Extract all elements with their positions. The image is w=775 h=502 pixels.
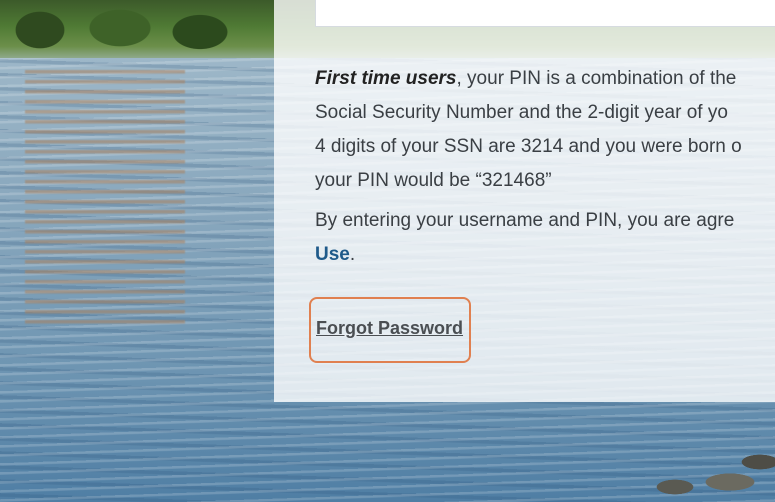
instructions-line-4: your PIN would be “321468” (315, 170, 552, 191)
terms-of-use-link[interactable]: Use (315, 244, 350, 265)
first-time-instructions: First time users, your PIN is a combinat… (315, 62, 775, 198)
agreement-line-1: By entering your username and PIN, you a… (315, 210, 735, 231)
agreement-text: By entering your username and PIN, you a… (315, 204, 775, 272)
instructions-line-3: 4 digits of your SSN are 3214 and you we… (315, 136, 742, 157)
shore-rocks (635, 442, 775, 502)
water-reflection (25, 70, 185, 330)
instructions-line-2: Social Security Number and the 2-digit y… (315, 102, 728, 123)
first-time-label: First time users (315, 68, 457, 89)
pin-input[interactable] (315, 0, 775, 27)
instructions-line-1: , your PIN is a combination of the (456, 68, 737, 89)
forgot-password-link[interactable]: Forgot Password (316, 318, 463, 339)
agreement-period: . (349, 244, 356, 265)
login-instructions: First time users, your PIN is a combinat… (315, 62, 775, 272)
